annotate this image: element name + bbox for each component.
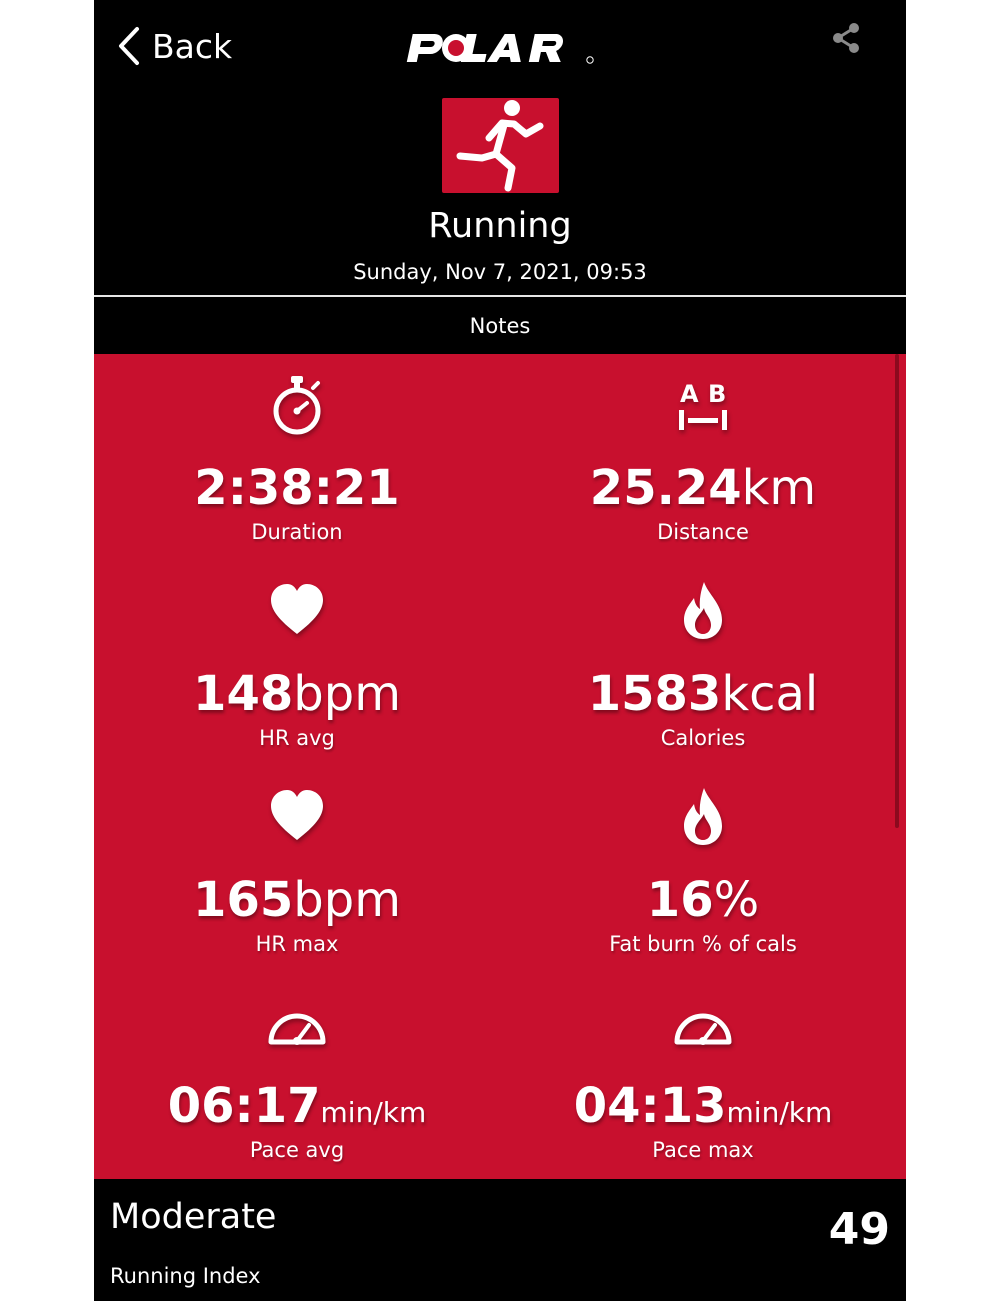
session-date: Sunday, Nov 7, 2021, 09:53 [353, 260, 647, 284]
flame-icon [684, 582, 722, 639]
running-index-panel[interactable]: Moderate Running Index 49 [94, 1179, 906, 1301]
stat-label: Pace avg [249, 1138, 345, 1162]
stat-value: 04:13min/km [573, 1078, 833, 1134]
svg-text:A: A [680, 380, 699, 408]
flame-icon [684, 788, 722, 845]
distance-ab-icon: A B [679, 380, 727, 430]
stat-label: Fat burn % of cals [609, 932, 797, 956]
stats-grid: 2:38:21 Duration A B 25.24km Distance 14… [94, 354, 906, 1179]
heart-icon [271, 790, 323, 840]
header: Back Running Sunday, Nov 7, 2021, 09:53 [94, 0, 906, 296]
stat-hr-max: 165bpm HR max [94, 766, 500, 972]
sport-title: Running [428, 206, 572, 246]
speedometer-icon [674, 1013, 732, 1045]
stat-label: Pace max [652, 1138, 754, 1162]
stat-label: Calories [660, 726, 746, 750]
scrollbar[interactable] [895, 354, 899, 828]
stat-duration: 2:38:21 Duration [94, 354, 500, 560]
running-index-label: Running Index [110, 1264, 261, 1288]
stopwatch-icon [273, 376, 321, 435]
stat-label: HR avg [259, 726, 335, 750]
stat-label: Duration [251, 520, 343, 544]
stat-calories: 1583kcal Calories [500, 560, 906, 766]
polar-logo [406, 34, 594, 64]
heart-icon [271, 584, 323, 634]
chevron-left-icon [119, 27, 139, 65]
stat-pace-avg: 06:17min/km Pace avg [94, 972, 500, 1178]
stat-label: HR max [255, 932, 339, 956]
running-index-level: Moderate [110, 1197, 277, 1237]
running-index-value: 49 [828, 1204, 890, 1255]
notes-button[interactable]: Notes [94, 297, 906, 354]
stat-pace-max: 04:13min/km Pace max [500, 972, 906, 1178]
speedometer-icon [268, 1013, 326, 1045]
share-icon[interactable] [828, 20, 864, 56]
stat-value: 1583kcal [587, 666, 819, 722]
stat-value: 25.24km [589, 460, 817, 516]
stat-value: 16% [646, 872, 760, 928]
stat-value: 165bpm [193, 872, 401, 928]
phone-screen: Back Running Sunday, Nov 7, 2021, 09:53 … [94, 0, 906, 1301]
stat-label: Distance [657, 520, 749, 544]
stat-distance: A B 25.24km Distance [500, 354, 906, 560]
back-label: Back [152, 26, 233, 66]
stat-value: 148bpm [193, 666, 401, 722]
svg-text:B: B [708, 380, 726, 408]
stat-fat-burn: 16% Fat burn % of cals [500, 766, 906, 972]
back-button[interactable]: Back [116, 24, 232, 68]
stat-value: 2:38:21 [194, 460, 400, 516]
running-icon [442, 98, 559, 193]
stat-hr-avg: 148bpm HR avg [94, 560, 500, 766]
stat-value: 06:17min/km [167, 1078, 427, 1134]
